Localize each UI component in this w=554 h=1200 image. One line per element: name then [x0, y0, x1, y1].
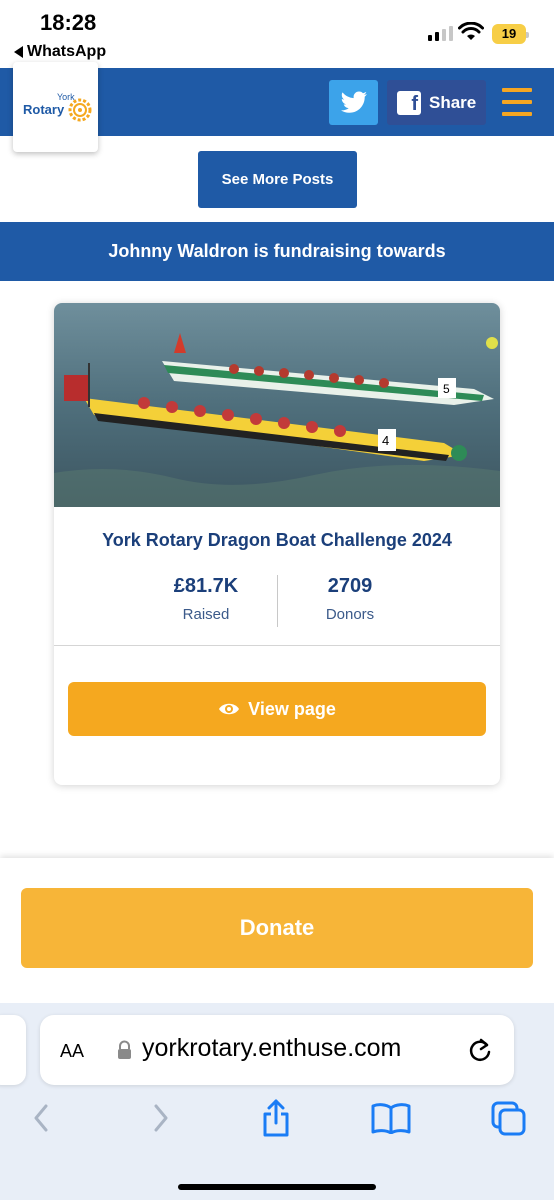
- donors-value: 2709: [327, 575, 373, 597]
- campaign-photo[interactable]: 5 4: [54, 303, 500, 507]
- view-page-button[interactable]: View page: [68, 682, 486, 736]
- svg-text:5: 5: [443, 382, 450, 396]
- logo-name: Rotary: [23, 102, 65, 117]
- back-icon[interactable]: [28, 1098, 54, 1138]
- fundraising-banner: Johnny Waldron is fundraising towards: [0, 222, 554, 281]
- url-text[interactable]: yorkrotary.enthuse.com: [142, 1034, 401, 1063]
- see-more-posts-button[interactable]: See More Posts: [198, 151, 357, 208]
- reader-settings-button[interactable]: AA: [60, 1036, 84, 1064]
- aa-label: AA: [60, 1041, 85, 1061]
- raised-stat: £81.7K Raised: [131, 575, 281, 623]
- back-triangle-icon: [14, 46, 23, 58]
- rotary-logo[interactable]: York Rotary: [13, 62, 98, 152]
- raised-value: £81.7K: [173, 575, 239, 597]
- share-icon[interactable]: [258, 1098, 294, 1138]
- view-page-label: View page: [248, 698, 336, 719]
- back-to-app-link[interactable]: WhatsApp: [14, 43, 106, 61]
- campaign-title: York Rotary Dragon Boat Challenge 2024: [102, 530, 452, 550]
- svg-text:4: 4: [382, 433, 389, 448]
- card-divider: [54, 645, 500, 646]
- donors-label: Donors: [325, 606, 375, 623]
- forward-icon[interactable]: [148, 1098, 174, 1138]
- status-bar: 18:28 WhatsApp 19: [0, 0, 554, 68]
- browser-nav-row: [0, 1098, 554, 1144]
- cellular-signal-icon: [428, 25, 453, 41]
- reload-icon[interactable]: [467, 1036, 493, 1064]
- home-indicator[interactable]: [178, 1184, 376, 1190]
- share-label: Share: [429, 92, 477, 112]
- rotary-wheel-icon: [68, 98, 92, 122]
- donors-stat: 2709 Donors: [275, 575, 425, 623]
- tabs-icon[interactable]: [488, 1098, 528, 1138]
- raised-label: Raised: [182, 606, 230, 623]
- bookmarks-icon[interactable]: [370, 1098, 412, 1138]
- battery-icon: 19: [492, 24, 529, 44]
- facebook-icon: f: [397, 90, 421, 115]
- back-app-label: WhatsApp: [27, 43, 107, 60]
- campaign-card: 5 4 York Rotary Dragon Boat Challenge 20…: [54, 303, 500, 785]
- wifi-icon: [458, 22, 484, 40]
- lock-icon: [118, 1040, 131, 1059]
- status-time: 18:28: [40, 10, 97, 35]
- twitter-share-button[interactable]: [329, 80, 378, 125]
- eye-icon: [219, 703, 240, 715]
- twitter-bird-icon: [340, 91, 367, 113]
- hamburger-menu-icon[interactable]: [502, 88, 532, 116]
- facebook-share-button[interactable]: f Share: [387, 80, 486, 125]
- previous-tab-preview[interactable]: [0, 1015, 26, 1085]
- donate-button[interactable]: Donate: [21, 888, 533, 968]
